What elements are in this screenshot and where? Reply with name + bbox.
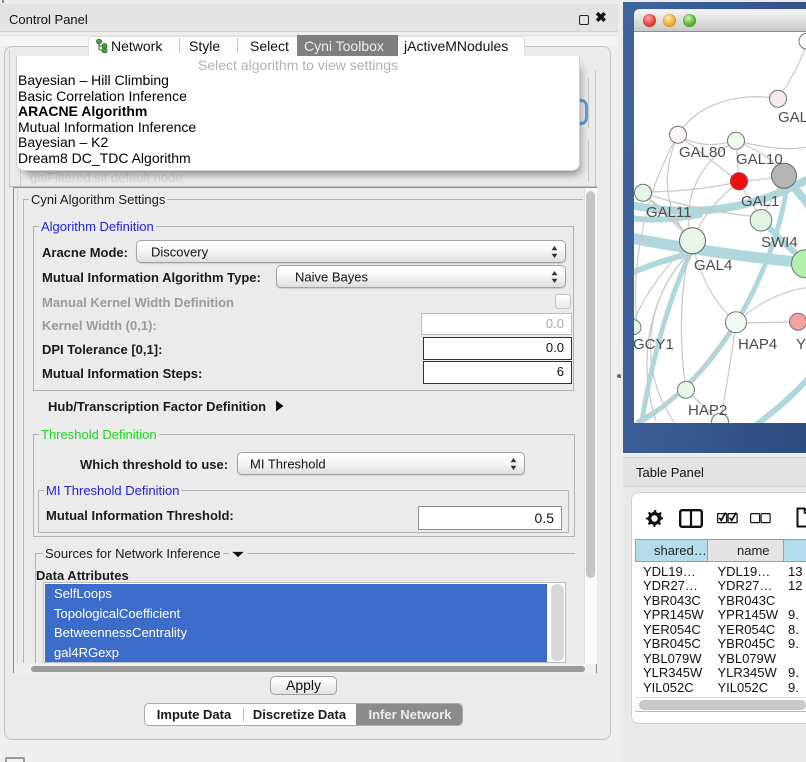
svg-text:HAP2: HAP2 xyxy=(688,401,727,418)
svg-text:HAP4: HAP4 xyxy=(738,335,777,352)
svg-text:SWI4: SWI4 xyxy=(761,233,798,250)
svg-text:GAL1: GAL1 xyxy=(741,192,779,209)
svg-text:GAL4: GAL4 xyxy=(694,256,732,273)
svg-text:GAL7: GAL7 xyxy=(778,108,806,125)
svg-text:GCY1: GCY1 xyxy=(634,335,674,352)
svg-text:Y: Y xyxy=(796,335,806,352)
svg-text:GAL10: GAL10 xyxy=(736,150,783,167)
svg-text:GAL11: GAL11 xyxy=(646,203,692,220)
svg-text:GAL80: GAL80 xyxy=(679,143,726,160)
